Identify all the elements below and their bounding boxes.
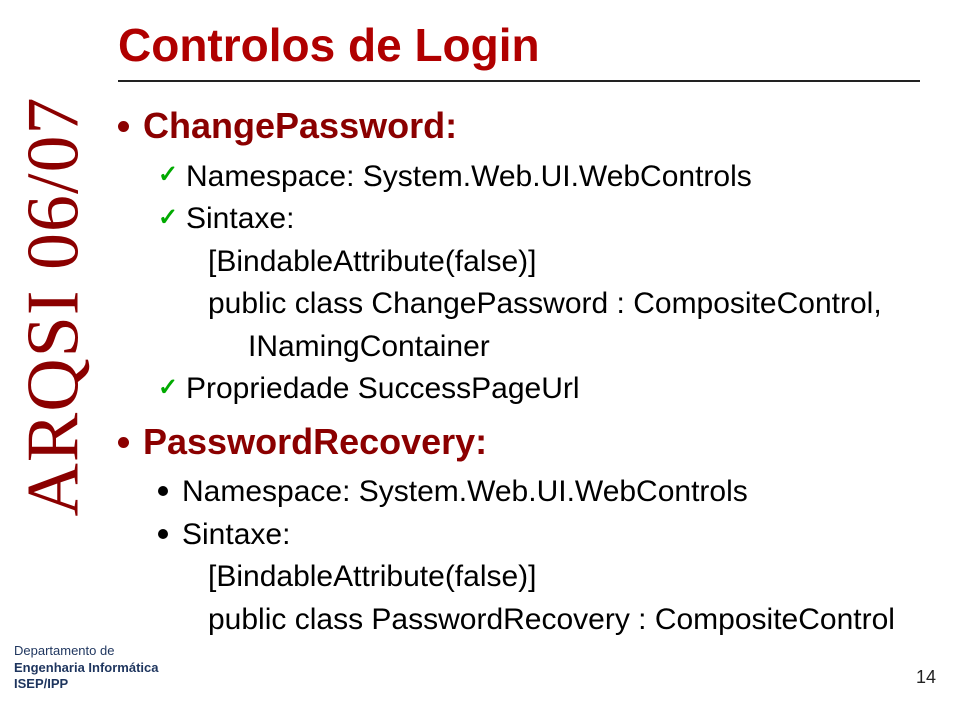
slide-content: Controlos de Login ChangePassword: ✓Name… (118, 18, 920, 642)
item-label: Sintaxe: (186, 202, 294, 235)
bullet-dot-icon (158, 529, 168, 539)
section-heading-1: ChangePassword: (118, 102, 920, 151)
list-item: ✓Propriedade SuccessPageUrl (158, 369, 920, 410)
list-item: Namespace: System.Web.UI.WebControls (158, 472, 920, 513)
item-label: Propriedade SuccessPageUrl (186, 372, 580, 405)
footer-line-2: Engenharia Informática (14, 660, 158, 676)
left-sidebar: ARQSI 06/07 (12, 20, 97, 592)
check-icon: ✓ (158, 372, 178, 404)
item-label: Sintaxe: (182, 518, 290, 551)
sidebar-label: ARQSI 06/07 (12, 96, 97, 516)
code-line: INamingContainer (248, 327, 920, 368)
heading-text: PasswordRecovery: (143, 421, 487, 462)
title-wrap: Controlos de Login (118, 18, 920, 82)
code-line: [BindableAttribute(false)] (208, 557, 920, 598)
item-label: Namespace: System.Web.UI.WebControls (186, 160, 752, 193)
heading-text: ChangePassword: (143, 105, 457, 146)
footer-line-1: Departamento de (14, 643, 158, 659)
list-item: ✓Sintaxe: (158, 199, 920, 240)
list-item: ✓Namespace: System.Web.UI.WebControls (158, 157, 920, 198)
list-item: Sintaxe: (158, 515, 920, 556)
bullet-dot-icon (118, 437, 129, 448)
code-line: public class ChangePassword : CompositeC… (208, 284, 920, 325)
code-line: public class PasswordRecovery : Composit… (208, 600, 920, 641)
code-line: [BindableAttribute(false)] (208, 242, 920, 283)
footer-line-3: ISEP/IPP (14, 676, 158, 692)
section-heading-2: PasswordRecovery: (118, 418, 920, 467)
bullet-dot-icon (158, 486, 168, 496)
page-number: 14 (916, 667, 936, 688)
item-label: Namespace: System.Web.UI.WebControls (182, 475, 748, 508)
footer-logo: Departamento de Engenharia Informática I… (14, 643, 158, 692)
check-icon: ✓ (158, 159, 178, 191)
check-icon: ✓ (158, 202, 178, 234)
bullet-dot-icon (118, 121, 129, 132)
page-title: Controlos de Login (118, 18, 920, 72)
